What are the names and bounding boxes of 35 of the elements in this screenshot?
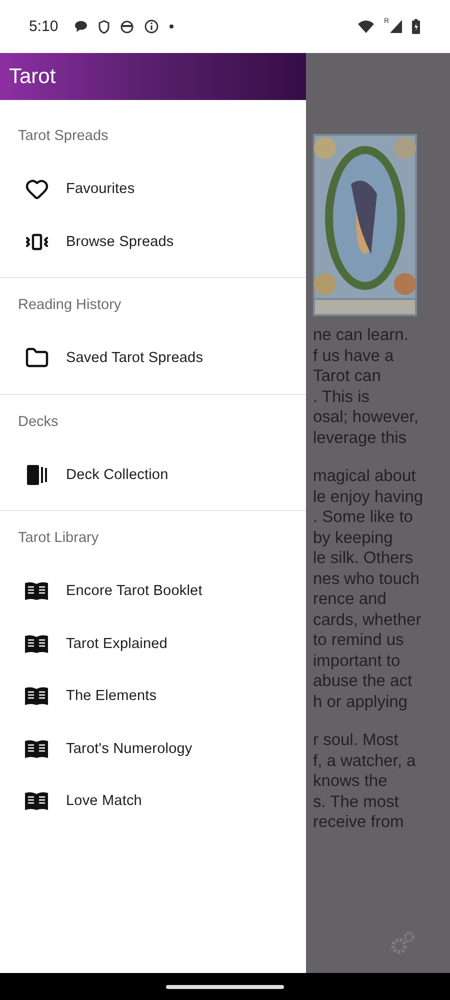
menu-item[interactable]: Tarot's Numerology <box>0 722 306 775</box>
battery-icon <box>412 19 420 34</box>
menu-item[interactable]: Encore Tarot Booklet <box>0 565 306 618</box>
menu-item[interactable]: Tarot Explained <box>0 618 306 670</box>
menu-item[interactable]: Love Match <box>0 775 306 828</box>
card-stack-icon <box>24 462 48 487</box>
signal-icon <box>390 20 402 33</box>
section-header: Reading History <box>17 296 122 315</box>
face-icon <box>120 20 134 34</box>
section-header: Tarot Spreads <box>17 127 110 146</box>
menu-item[interactable]: Saved Tarot Spreads <box>0 332 306 384</box>
home-handle[interactable] <box>166 984 284 988</box>
shield-icon <box>98 20 110 34</box>
book-icon <box>24 634 49 654</box>
status-time: 5:10 <box>29 18 58 35</box>
wifi-icon <box>358 20 374 33</box>
book-icon <box>24 581 49 602</box>
menu-item[interactable]: Browse Spreads <box>0 216 306 268</box>
menu-item[interactable]: Favourites <box>0 163 306 216</box>
article-paragraph: ne can learn. f us have a Tarot can . This is osal; however, leverage this <box>313 325 420 448</box>
section-header: Tarot Library <box>17 529 100 548</box>
menu-item[interactable]: Deck Collection <box>0 448 306 501</box>
drawer-title: Tarot <box>9 64 56 88</box>
dot-icon <box>169 24 174 29</box>
article-paragraph: r soul. Most f, a watcher, a knows the s. The most receive from <box>313 730 417 832</box>
menu-item[interactable]: The Elements <box>0 670 306 722</box>
heart-icon <box>24 177 48 202</box>
book-icon <box>24 686 49 706</box>
chat-icon <box>74 20 88 33</box>
gears-icon <box>390 931 416 955</box>
book-icon <box>24 791 49 812</box>
info-icon <box>144 19 160 34</box>
article-paragraph: magical about le enjoy having . Some like to by keeping le silk. Others nes who touch rence and cards, whether to remind us important to abuse the act h or applying <box>313 466 424 712</box>
book-icon <box>24 738 49 759</box>
section-header: Decks <box>17 412 60 432</box>
